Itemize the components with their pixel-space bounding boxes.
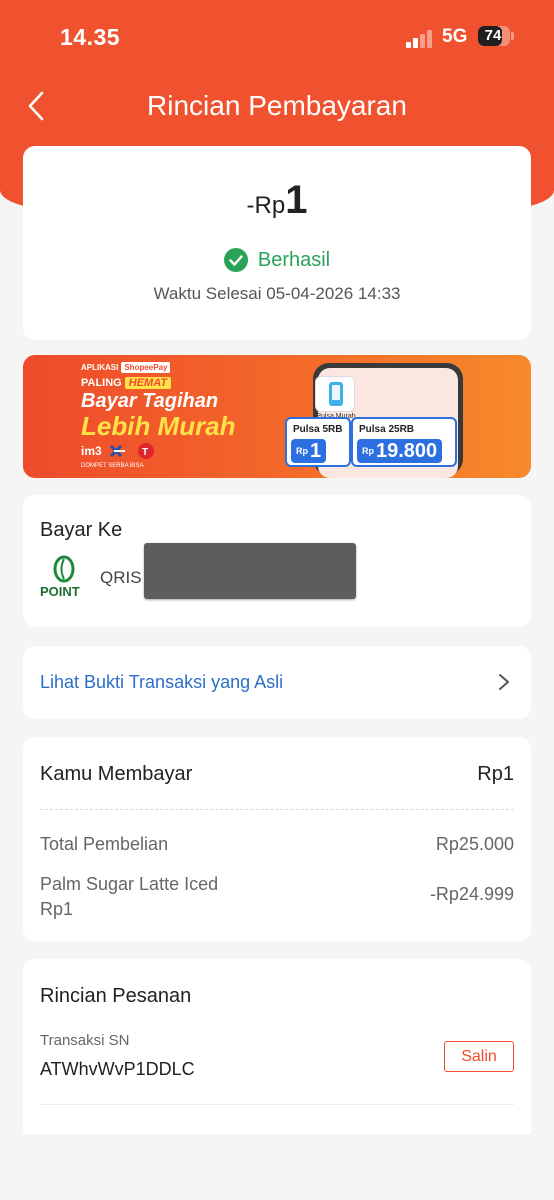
divider [40, 809, 514, 810]
merchant-logo: POINT [40, 555, 80, 599]
payment-breakdown-card: Kamu Membayar Rp1 Total Pembelian Rp25.0… [23, 737, 531, 941]
divider [40, 1104, 514, 1105]
proof-link-card[interactable]: Lihat Bukti Transaksi yang Asli [23, 646, 531, 719]
row-label-total-purchase: Total Pembelian [40, 834, 169, 854]
payment-summary-card [23, 146, 531, 340]
status-badge: Berhasil [257, 248, 331, 271]
offer-pulsa-25rb: Pulsa 25RB Rp 19.800 [351, 417, 457, 467]
svg-text:POINT: POINT [40, 584, 80, 599]
banner-footer: DOMPET SERBA BISA [81, 463, 144, 469]
status-time: 14.35 [60, 24, 121, 50]
row-value-discount: -Rp24.999 [429, 884, 514, 904]
payment-total: Rp1 [477, 763, 514, 785]
order-details-card: Rincian Pesanan Transaksi SN ATWhvWvP1DD… [23, 959, 531, 1134]
payment-title: Kamu Membayar [40, 763, 193, 785]
copy-button[interactable]: Salin [444, 1041, 514, 1072]
status-row: Berhasil [0, 248, 554, 272]
check-circle-icon [223, 248, 248, 272]
banner-paling: PALING HEMAT [81, 377, 172, 389]
network-type: 5G [442, 26, 468, 47]
svg-text:T: T [142, 447, 148, 458]
payee-card: Bayar Ke POINT QRIS [23, 495, 531, 627]
payee-title: Bayar Ke [40, 519, 123, 541]
payment-method: QRIS [100, 568, 142, 587]
chevron-right-icon [499, 674, 509, 690]
banner-line1: Bayar Tagihan [81, 390, 219, 412]
amount-currency: -Rp [246, 192, 286, 219]
finish-time: Waktu Selesai 05-04-2026 14:33 [153, 284, 401, 303]
svg-text:im3: im3 [81, 444, 102, 458]
shopeepay-logo: ShopeePay [121, 362, 171, 373]
cellular-signal-icon [406, 28, 436, 48]
phone-icon [315, 376, 355, 412]
payment-amount: -Rp1 [0, 178, 554, 223]
order-title: Rincian Pesanan [40, 985, 192, 1007]
offer-pulsa-5rb: Pulsa 5RB Rp 1 [285, 417, 351, 467]
banner-line2: Lebih Murah [81, 411, 236, 441]
status-bar: 14.35 5G 74 [0, 0, 554, 70]
redacted-merchant-name [144, 543, 356, 599]
view-original-proof-link[interactable]: Lihat Bukti Transaksi yang Asli [40, 672, 283, 693]
row-value-total-purchase: Rp25.000 [435, 834, 514, 854]
operator-logos: im3 T [81, 443, 154, 459]
battery-level: 74 [484, 27, 502, 44]
row-label-discount: Palm Sugar Latte Iced Rp1 [40, 874, 219, 919]
transaction-sn-label: Transaksi SN [40, 1032, 130, 1049]
promo-banner[interactable]: APLIKASI ShopeePay PALING HEMAT Bayar Tagi… [23, 355, 531, 478]
amount-value: 1 [285, 178, 308, 222]
battery-icon: 74 [478, 26, 514, 46]
transaction-sn-value: ATWhvWvP1DDLC [40, 1059, 195, 1079]
page-title: Rincian Pembayaran [147, 90, 407, 121]
banner-app-tag: APLIKASI ShopeePay [81, 362, 171, 373]
